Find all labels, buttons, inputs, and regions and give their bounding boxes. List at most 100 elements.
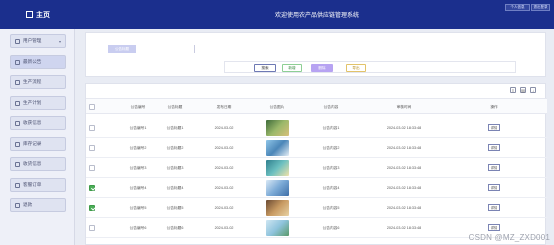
cell-content: 公告内容3 bbox=[322, 166, 340, 170]
select-all-checkbox[interactable] bbox=[89, 104, 95, 110]
sidebar-item-label: 最新公告 bbox=[23, 59, 42, 64]
search-field-label-text: 公告标题 bbox=[115, 46, 129, 51]
watermark: CSDN @MZ_ZXD001 bbox=[468, 233, 550, 242]
announcement-table: ≡ ▤ ↓ 公告编号 公告标题 发布日期 公告图片 公告内容 审核时间 操作 公… bbox=[85, 83, 547, 245]
detail-button[interactable]: 详情 bbox=[488, 204, 500, 211]
export-button[interactable]: 导出 bbox=[346, 64, 366, 72]
profile-button-label: 个人信息 bbox=[510, 5, 525, 9]
row-checkbox[interactable] bbox=[89, 225, 95, 231]
sidebar-item-harvest[interactable]: 收获信息 bbox=[10, 116, 66, 130]
search-button-label: 搜索 bbox=[261, 65, 269, 70]
detail-button[interactable]: 详情 bbox=[488, 124, 500, 131]
sidebar-item-label: 收货信息 bbox=[23, 161, 42, 166]
sidebar-item-plan[interactable]: 生产计划 bbox=[10, 96, 66, 110]
row-checkbox[interactable] bbox=[89, 145, 95, 151]
delete-button[interactable]: 删除 bbox=[311, 64, 333, 72]
announcement-thumbnail bbox=[266, 140, 289, 156]
sidebar-item-receiving[interactable]: 收货信息 bbox=[10, 157, 66, 171]
cell-title: 公告标题3 bbox=[166, 166, 184, 170]
process-icon bbox=[15, 79, 20, 85]
col-header: 发布日期 bbox=[216, 105, 232, 109]
cell-time: 2024-03-02 18:33:48 bbox=[386, 166, 422, 170]
sidebar-item-inventory[interactable]: 库存记录 bbox=[10, 137, 66, 151]
page-title-text: 欢迎使用农产品供应链管理系统 bbox=[274, 13, 359, 19]
detail-button-label: 详情 bbox=[490, 146, 498, 150]
cell-time: 2024-03-02 18:33:48 bbox=[386, 126, 422, 130]
detail-button-label: 详情 bbox=[490, 126, 498, 130]
cell-date: 2024-03-02 bbox=[214, 186, 234, 190]
detail-button-label: 详情 bbox=[490, 226, 498, 230]
columns-icon[interactable]: ≡ bbox=[510, 87, 516, 93]
announcement-thumbnail bbox=[266, 160, 289, 176]
detail-button-label: 详情 bbox=[490, 186, 498, 190]
row-checkbox[interactable] bbox=[89, 205, 95, 211]
col-header: 审核时间 bbox=[396, 105, 412, 109]
receive-icon bbox=[15, 161, 20, 167]
table-row[interactable]: 公告编号2 公告标题2 2024-03-02 公告内容2 2024-03-02 … bbox=[86, 138, 547, 158]
cell-content: 公告内容1 bbox=[322, 126, 340, 130]
sidebar-item-announcements[interactable]: 最新公告 bbox=[10, 55, 66, 69]
profile-button[interactable]: 个人信息 bbox=[505, 4, 530, 11]
add-button[interactable]: 新增 bbox=[282, 64, 302, 72]
sidebar-item-label: 客服订单 bbox=[23, 182, 42, 187]
export-button-label: 导出 bbox=[352, 65, 360, 70]
detail-button[interactable]: 详情 bbox=[488, 164, 500, 171]
cell-no: 公告编号3 bbox=[129, 166, 147, 170]
col-header: 公告编号 bbox=[130, 105, 146, 109]
harvest-icon bbox=[15, 120, 20, 126]
sidebar-item-label: 收获信息 bbox=[23, 120, 42, 125]
cell-no: 公告编号2 bbox=[129, 146, 147, 150]
cell-title: 公告标题4 bbox=[166, 186, 184, 190]
detail-button[interactable]: 详情 bbox=[488, 184, 500, 191]
search-button[interactable]: 搜索 bbox=[254, 64, 276, 72]
col-header: 公告标题 bbox=[167, 105, 183, 109]
row-checkbox[interactable] bbox=[89, 125, 95, 131]
cell-title: 公告标题6 bbox=[166, 226, 184, 230]
col-header: 操作 bbox=[490, 105, 498, 109]
detail-button-label: 详情 bbox=[490, 166, 498, 170]
inventory-icon bbox=[15, 141, 20, 147]
table-header: 公告编号 公告标题 发布日期 公告图片 公告内容 审核时间 操作 bbox=[86, 98, 547, 114]
cell-time: 2024-03-02 18:33:48 bbox=[386, 186, 422, 190]
sidebar-item-label: 退款 bbox=[23, 202, 33, 207]
page-title: 欢迎使用农产品供应链管理系统 bbox=[0, 0, 554, 29]
plan-icon bbox=[15, 100, 20, 106]
cell-content: 公告内容5 bbox=[322, 206, 340, 210]
detail-button[interactable]: 详情 bbox=[488, 144, 500, 151]
cell-date: 2024-03-02 bbox=[214, 226, 234, 230]
sidebar-item-label: 用户管理 bbox=[23, 38, 42, 43]
print-icon[interactable]: ▤ bbox=[520, 87, 526, 93]
sidebar-item-process[interactable]: 生产流程 bbox=[10, 75, 66, 89]
cell-no: 公告编号1 bbox=[129, 126, 147, 130]
logout-button-label: 退出登录 bbox=[533, 5, 548, 9]
row-checkbox[interactable] bbox=[89, 165, 95, 171]
logout-button[interactable]: 退出登录 bbox=[531, 4, 550, 11]
table-row[interactable]: 公告编号3 公告标题3 2024-03-02 公告内容3 2024-03-02 … bbox=[86, 158, 547, 178]
cell-no: 公告编号4 bbox=[129, 186, 147, 190]
sidebar-item-label: 生产计划 bbox=[23, 100, 42, 105]
sidebar-item-users[interactable]: 用户管理 ▾ bbox=[10, 34, 66, 48]
announcement-thumbnail bbox=[266, 220, 289, 236]
announcement-thumbnail bbox=[266, 120, 289, 136]
cell-date: 2024-03-02 bbox=[214, 206, 234, 210]
chevron-down-icon: ▾ bbox=[58, 39, 61, 44]
search-field-label: 公告标题 bbox=[108, 45, 136, 53]
cell-no: 公告编号6 bbox=[129, 226, 147, 230]
detail-button[interactable]: 详情 bbox=[488, 224, 500, 231]
table-row[interactable]: 公告编号1 公告标题1 2024-03-02 公告内容1 2024-03-02 … bbox=[86, 118, 547, 138]
sidebar-item-orders[interactable]: 客服订单 bbox=[10, 178, 66, 192]
sidebar-item-label: 库存记录 bbox=[23, 141, 42, 146]
cell-date: 2024-03-02 bbox=[214, 126, 234, 130]
table-row[interactable]: 公告编号5 公告标题5 2024-03-02 公告内容5 2024-03-02 … bbox=[86, 198, 547, 218]
table-row[interactable]: 公告编号4 公告标题4 2024-03-02 公告内容4 2024-03-02 … bbox=[86, 178, 547, 198]
cell-time: 2024-03-02 18:33:48 bbox=[386, 146, 422, 150]
row-checkbox[interactable] bbox=[89, 185, 95, 191]
cell-content: 公告内容2 bbox=[322, 146, 340, 150]
sidebar-item-refund[interactable]: 退款 bbox=[10, 198, 66, 212]
export-icon[interactable]: ↓ bbox=[530, 87, 536, 93]
cell-time: 2024-03-02 18:33:48 bbox=[386, 226, 422, 230]
user-icon bbox=[15, 38, 20, 44]
order-icon bbox=[15, 182, 20, 188]
cell-title: 公告标题2 bbox=[166, 146, 184, 150]
refund-icon bbox=[15, 202, 20, 208]
